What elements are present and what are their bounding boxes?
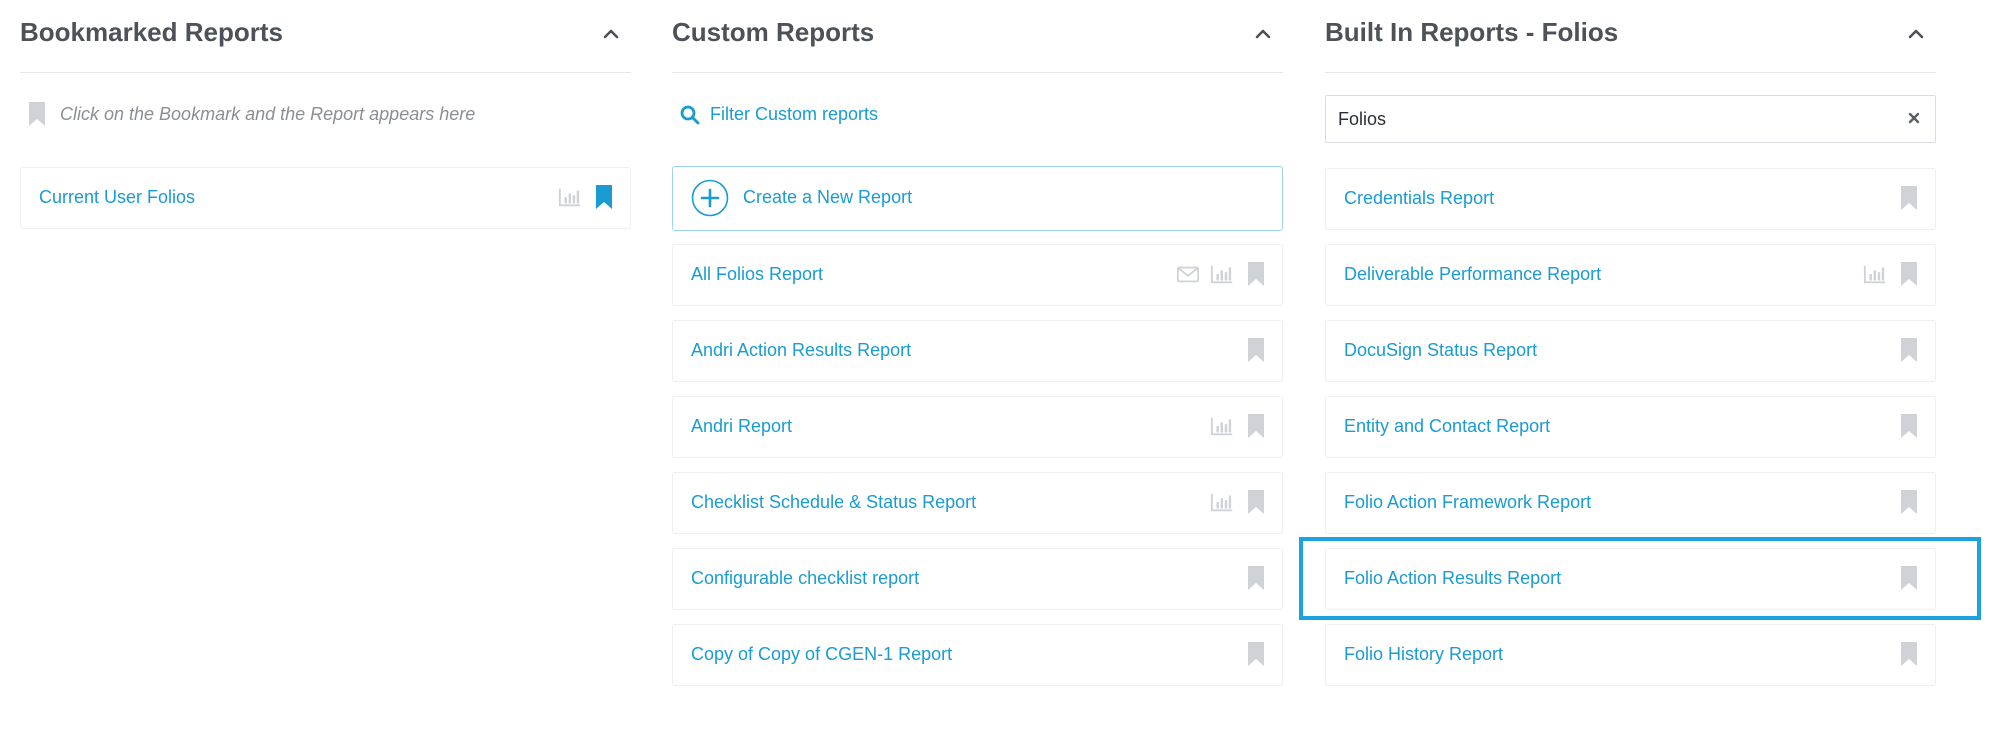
report-card-actions bbox=[1897, 641, 1921, 667]
create-new-report-label: Create a New Report bbox=[743, 187, 913, 207]
report-card-label[interactable]: Folio Action Results Report bbox=[1344, 568, 1561, 589]
report-card-actions bbox=[1244, 641, 1268, 667]
report-card-label[interactable]: Copy of Copy of CGEN-1 Report bbox=[691, 644, 952, 665]
bookmarked-reports-panel: Bookmarked Reports Click on the Bookmark… bbox=[20, 0, 631, 229]
report-card-label[interactable]: Folio History Report bbox=[1344, 644, 1503, 665]
bookmark-filled-icon[interactable] bbox=[592, 184, 616, 210]
custom-reports-header: Custom Reports bbox=[672, 0, 1283, 73]
report-card[interactable]: Checklist Schedule & Status Report bbox=[672, 472, 1283, 534]
bookmark-hint: Click on the Bookmark and the Report app… bbox=[28, 102, 475, 126]
report-card-label[interactable]: Configurable checklist report bbox=[691, 568, 919, 589]
bookmark-icon[interactable] bbox=[1897, 261, 1921, 287]
report-card-actions bbox=[1244, 337, 1268, 363]
chevron-up-icon[interactable] bbox=[1904, 22, 1928, 46]
builtin-reports-panel: Built In Reports - Folios Credentials Re… bbox=[1325, 0, 1936, 686]
custom-reports-panel: Custom Reports Filter Custom reports Cre… bbox=[672, 0, 1283, 686]
report-card[interactable]: Entity and Contact Report bbox=[1325, 396, 1936, 458]
report-card-label[interactable]: DocuSign Status Report bbox=[1344, 340, 1537, 361]
bookmark-icon[interactable] bbox=[1897, 413, 1921, 439]
bookmark-icon[interactable] bbox=[1897, 337, 1921, 363]
filter-custom-reports-label: Filter Custom reports bbox=[710, 104, 879, 124]
report-card-label[interactable]: Folio Action Framework Report bbox=[1344, 492, 1591, 513]
report-card[interactable]: Current User Folios bbox=[20, 167, 631, 229]
report-card[interactable]: Deliverable Performance Report bbox=[1325, 244, 1936, 306]
chevron-up-icon[interactable] bbox=[1251, 22, 1275, 46]
report-card-actions bbox=[1210, 489, 1268, 515]
chart-icon[interactable] bbox=[1210, 489, 1234, 515]
report-card-label[interactable]: Entity and Contact Report bbox=[1344, 416, 1550, 437]
report-card-actions bbox=[1897, 489, 1921, 515]
builtin-reports-title: Built In Reports - Folios bbox=[1325, 17, 1619, 47]
report-card[interactable]: Folio History Report bbox=[1325, 624, 1936, 686]
search-icon bbox=[680, 105, 700, 124]
report-card-label[interactable]: Andri Report bbox=[691, 416, 792, 437]
builtin-reports-search bbox=[1325, 95, 1936, 143]
chart-icon[interactable] bbox=[1210, 261, 1234, 287]
report-card-label[interactable]: Checklist Schedule & Status Report bbox=[691, 492, 976, 513]
plus-circle-icon bbox=[691, 179, 729, 217]
report-card-label[interactable]: Current User Folios bbox=[39, 187, 195, 208]
custom-reports-title: Custom Reports bbox=[672, 17, 875, 47]
report-card[interactable]: Andri Action Results Report bbox=[672, 320, 1283, 382]
bookmark-icon[interactable] bbox=[1244, 337, 1268, 363]
report-card[interactable]: DocuSign Status Report bbox=[1325, 320, 1936, 382]
bookmark-hint-text: Click on the Bookmark and the Report app… bbox=[60, 103, 476, 124]
report-card-label[interactable]: Andri Action Results Report bbox=[691, 340, 911, 361]
report-card-actions bbox=[1863, 261, 1921, 287]
report-card-actions bbox=[1897, 337, 1921, 363]
bookmarked-reports-header: Bookmarked Reports bbox=[20, 0, 631, 73]
bookmarked-reports-title: Bookmarked Reports bbox=[20, 17, 283, 47]
report-card-actions bbox=[1210, 413, 1268, 439]
chart-icon[interactable] bbox=[1210, 413, 1234, 439]
bookmark-icon[interactable] bbox=[1897, 185, 1921, 211]
report-card-label[interactable]: Credentials Report bbox=[1344, 188, 1494, 209]
chevron-up-icon[interactable] bbox=[599, 22, 623, 46]
bookmark-icon[interactable] bbox=[1244, 489, 1268, 515]
close-icon[interactable] bbox=[1905, 109, 1923, 127]
report-card[interactable]: All Folios Report bbox=[672, 244, 1283, 306]
filter-custom-reports-link[interactable]: Filter Custom reports bbox=[680, 104, 878, 125]
report-card[interactable]: Andri Report bbox=[672, 396, 1283, 458]
bookmark-icon[interactable] bbox=[1244, 413, 1268, 439]
report-card-actions bbox=[558, 184, 616, 210]
report-card-actions bbox=[1176, 261, 1268, 287]
builtin-reports-header: Built In Reports - Folios bbox=[1325, 0, 1936, 73]
report-card-label[interactable]: All Folios Report bbox=[691, 264, 823, 285]
bookmark-icon[interactable] bbox=[1897, 641, 1921, 667]
bookmark-icon[interactable] bbox=[1897, 565, 1921, 591]
chart-icon[interactable] bbox=[558, 184, 582, 210]
bookmark-icon[interactable] bbox=[1244, 641, 1268, 667]
report-card[interactable]: Folio Action Framework Report bbox=[1325, 472, 1936, 534]
report-card[interactable]: Configurable checklist report bbox=[672, 548, 1283, 610]
bookmark-icon[interactable] bbox=[1897, 489, 1921, 515]
report-card-actions bbox=[1897, 413, 1921, 439]
report-card-label[interactable]: Deliverable Performance Report bbox=[1344, 264, 1601, 285]
report-card[interactable]: Folio Action Results Report bbox=[1325, 548, 1936, 610]
report-card-actions bbox=[1244, 565, 1268, 591]
chart-icon[interactable] bbox=[1863, 261, 1887, 287]
builtin-reports-search-input[interactable] bbox=[1336, 96, 1880, 142]
report-card[interactable]: Credentials Report bbox=[1325, 168, 1936, 230]
create-new-report-button[interactable]: Create a New Report bbox=[672, 166, 1283, 231]
report-card-actions bbox=[1897, 185, 1921, 211]
bookmark-icon[interactable] bbox=[1244, 261, 1268, 287]
envelope-icon[interactable] bbox=[1176, 261, 1200, 287]
report-card[interactable]: Copy of Copy of CGEN-1 Report bbox=[672, 624, 1283, 686]
bookmark-icon[interactable] bbox=[1244, 565, 1268, 591]
report-card-actions bbox=[1897, 565, 1921, 591]
bookmark-icon bbox=[29, 102, 45, 126]
